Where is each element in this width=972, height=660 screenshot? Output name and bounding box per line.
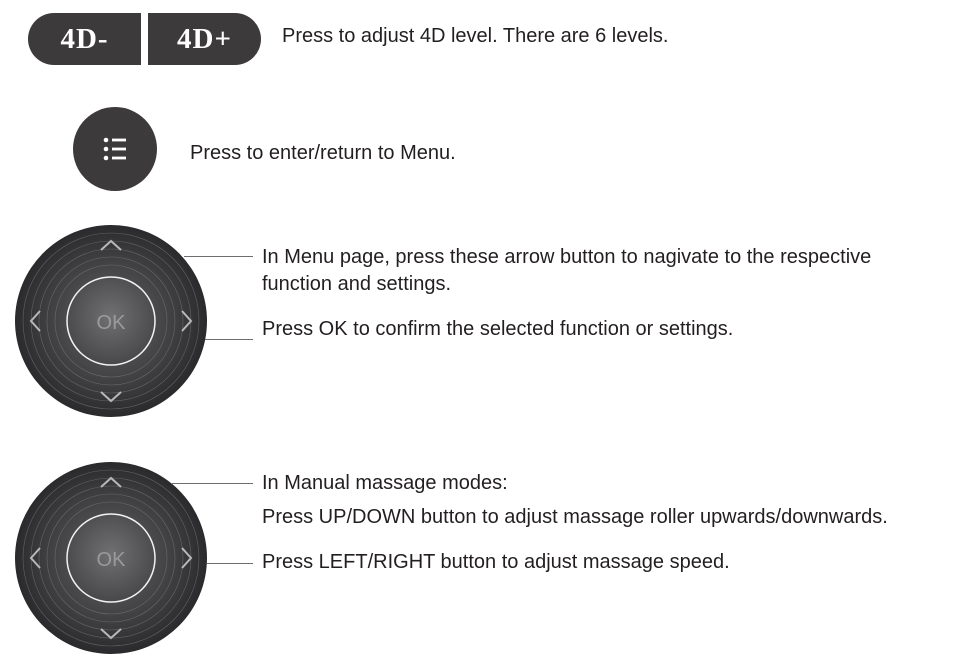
updown-leader-line xyxy=(172,483,253,484)
leftright-leader-line xyxy=(207,563,253,564)
ok-leader-line xyxy=(205,339,253,340)
nav-description-line1: In Menu page, press these arrow button t… xyxy=(262,246,872,268)
manual-heading: In Manual massage modes: xyxy=(262,472,508,494)
4d-description: Press to adjust 4D level. There are 6 le… xyxy=(282,25,669,47)
4d-minus-button[interactable]: 4D- xyxy=(28,13,141,65)
ok-description: Press OK to confirm the selected functio… xyxy=(262,318,734,340)
navigation-dpad[interactable]: OK xyxy=(14,224,208,418)
menu-description: Press to enter/return to Menu. xyxy=(190,142,456,164)
4d-plus-button[interactable]: 4D+ xyxy=(148,13,261,65)
ok-label: OK xyxy=(97,549,127,571)
nav-description-line2: function and settings. xyxy=(262,273,452,295)
leftright-description: Press LEFT/RIGHT button to adjust massag… xyxy=(262,551,730,573)
menu-list-icon xyxy=(103,137,126,161)
updown-description: Press UP/DOWN button to adjust massage r… xyxy=(262,506,888,528)
menu-button[interactable] xyxy=(73,107,157,191)
nav-leader-line xyxy=(184,256,253,257)
manual-dpad[interactable]: OK xyxy=(14,461,208,655)
ok-label: OK xyxy=(97,312,127,334)
